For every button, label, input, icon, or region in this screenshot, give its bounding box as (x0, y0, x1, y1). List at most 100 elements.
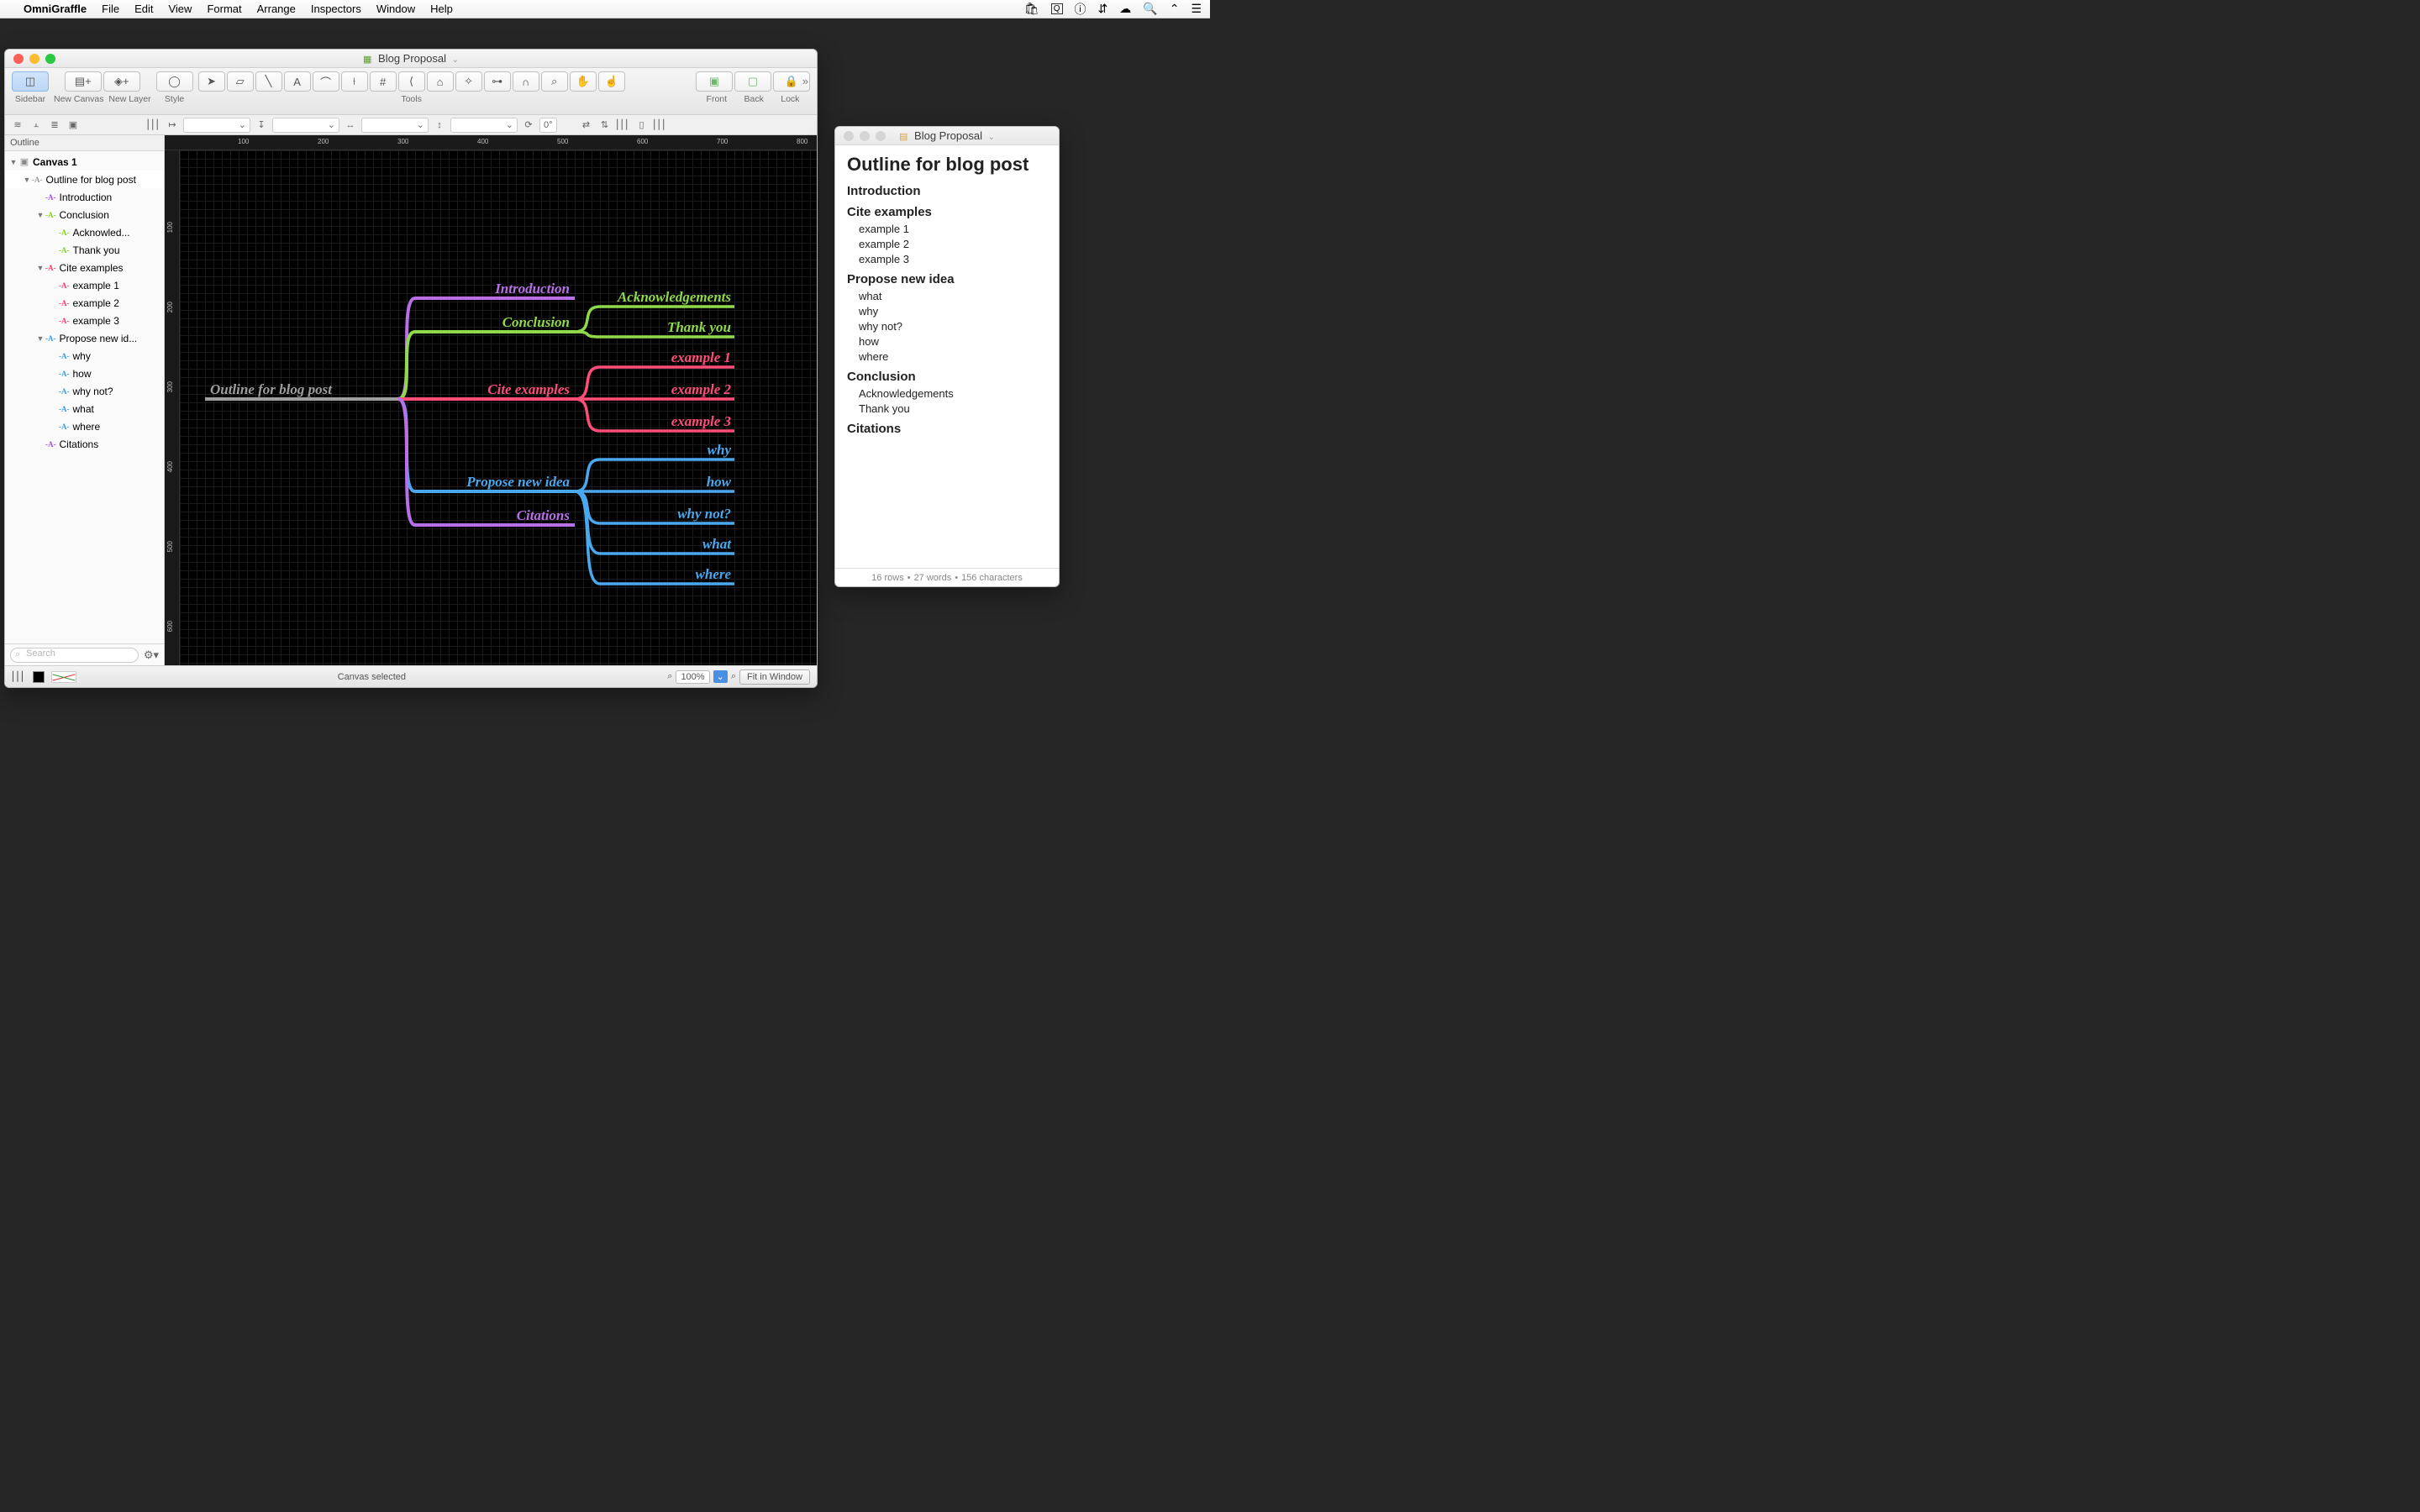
cloud-icon[interactable]: ☁︎ (1119, 2, 1131, 16)
chevron-down-icon[interactable]: ⌄ (452, 55, 459, 65)
outline-item[interactable]: Acknowledgements (859, 387, 1047, 400)
disclosure-triangle[interactable]: ▼ (35, 334, 45, 343)
canvas[interactable]: Outline for blog postIntroductionConclus… (180, 150, 817, 665)
outline-body[interactable]: Outline for blog post IntroductionCite e… (835, 145, 1059, 568)
tree-row[interactable]: -A-Acknowled... (5, 223, 164, 241)
cols-icon[interactable]: ⎢⎢⎢ (12, 671, 26, 682)
vmove-icon[interactable]: ↧ (254, 118, 269, 133)
rotate-icon[interactable]: ⟳ (521, 118, 536, 133)
menu-format[interactable]: Format (207, 3, 241, 15)
flip-h-icon[interactable]: ⇄ (579, 118, 594, 133)
close-button[interactable] (13, 54, 24, 64)
sidebar-tab[interactable]: Outline (5, 135, 164, 151)
style-button[interactable]: ◯ (156, 71, 193, 92)
tree-row[interactable]: -A-Thank you (5, 241, 164, 259)
outline-section[interactable]: Introduction (847, 184, 1047, 198)
tool-pen[interactable]: ⌒ (313, 71, 339, 92)
wifi-icon[interactable]: ⌃ (1170, 2, 1180, 16)
outline-item[interactable]: how (859, 335, 1047, 348)
outline-item[interactable]: why not? (859, 320, 1047, 333)
spotlight-icon[interactable]: 🔍 (1143, 2, 1157, 16)
zoom-field[interactable]: 100% (676, 670, 709, 684)
tool-brush[interactable]: ⟨ (398, 71, 425, 92)
back-button[interactable]: ▢ (734, 71, 771, 92)
menu-edit[interactable]: Edit (134, 3, 153, 15)
tree-row[interactable]: ▼-A-Outline for blog post (5, 171, 164, 188)
toolbar-overflow[interactable]: » (802, 75, 808, 87)
tool-hand[interactable]: ✋ (570, 71, 597, 92)
align-icon[interactable]: ⫠ (29, 118, 44, 133)
minimize-button[interactable] (29, 54, 39, 64)
tool-line[interactable]: ╲ (255, 71, 282, 92)
tool-shape[interactable]: ▱ (227, 71, 254, 92)
tree-row[interactable]: -A-where (5, 417, 164, 435)
tree-row[interactable]: -A-how (5, 365, 164, 382)
fill-swatch[interactable] (33, 671, 45, 683)
q-icon[interactable]: Q (1051, 3, 1063, 14)
tree-row[interactable]: -A-why (5, 347, 164, 365)
ow-close[interactable] (844, 131, 854, 141)
new-canvas-button[interactable]: ▤+ (65, 71, 102, 92)
tool-connect[interactable]: ⊶ (484, 71, 511, 92)
menu-file[interactable]: File (102, 3, 119, 15)
align-h-icon[interactable]: ⎢⎢⎢ (616, 118, 631, 133)
tree-row[interactable]: -A-what (5, 400, 164, 417)
tree-row[interactable]: -A-Introduction (5, 188, 164, 206)
guide-icon[interactable]: ↦ (165, 118, 180, 133)
tree-row[interactable]: -A-Citations (5, 435, 164, 453)
tree-row[interactable]: -A-why not? (5, 382, 164, 400)
new-layer-button[interactable]: ◈+ (103, 71, 140, 92)
zoom-button[interactable] (45, 54, 55, 64)
outline-item[interactable]: example 1 (859, 223, 1047, 235)
tool-point[interactable]: ✧ (455, 71, 482, 92)
sync-icon[interactable]: ⇵ (1098, 2, 1108, 16)
group-icon[interactable]: ▣ (66, 118, 81, 133)
menu-arrange[interactable]: Arrange (257, 3, 296, 15)
stroke-swatch[interactable] (51, 671, 76, 683)
tree-row[interactable]: ▼-A-Propose new id... (5, 329, 164, 347)
width-icon[interactable]: ↔ (343, 118, 358, 133)
menu-view[interactable]: View (168, 3, 192, 15)
info-icon[interactable]: ⓘ (1075, 1, 1086, 18)
tree-row[interactable]: ▼-A-Conclusion (5, 206, 164, 223)
tool-select[interactable]: ➤ (198, 71, 225, 92)
x-field[interactable]: ⌄ (183, 118, 250, 133)
tool-grid[interactable]: # (370, 71, 397, 92)
outline-section[interactable]: Cite examples (847, 205, 1047, 219)
menu-inspectors[interactable]: Inspectors (311, 3, 361, 15)
app-name[interactable]: OmniGraffle (24, 3, 87, 15)
flip-v-icon[interactable]: ⇅ (597, 118, 613, 133)
ow-min[interactable] (860, 131, 870, 141)
outline-item[interactable]: what (859, 290, 1047, 302)
outline-titlebar[interactable]: ▤ Blog Proposal ⌄ (835, 127, 1059, 145)
h-field[interactable]: ⌄ (450, 118, 518, 133)
outline-section[interactable]: Propose new idea (847, 272, 1047, 286)
tool-zoom[interactable]: ⌕ (541, 71, 568, 92)
menu-window[interactable]: Window (376, 3, 415, 15)
tool-diagram[interactable]: ⟊ (341, 71, 368, 92)
menu-help[interactable]: Help (430, 3, 453, 15)
outline-item[interactable]: where (859, 350, 1047, 363)
outline-item[interactable]: example 2 (859, 238, 1047, 250)
zoom-in-icon[interactable]: ⌕ (731, 671, 736, 682)
outline-item[interactable]: why (859, 305, 1047, 318)
disclosure-triangle[interactable]: ▼ (22, 176, 32, 184)
zoom-out-icon[interactable]: ⌕ (667, 671, 672, 682)
tree-row[interactable]: ▼-A-Cite examples (5, 259, 164, 276)
ow-chevron-icon[interactable]: ⌄ (988, 133, 995, 142)
hbar-icon[interactable]: ⎢⎢⎢ (146, 118, 161, 133)
disclosure-triangle[interactable]: ▼ (8, 158, 18, 166)
distribute-icon[interactable]: ≣ (47, 118, 62, 133)
menu-icon[interactable]: ☰ (1191, 2, 1202, 16)
ow-max[interactable] (876, 131, 886, 141)
w-field[interactable]: ⌄ (361, 118, 429, 133)
gear-icon[interactable]: ⚙︎▾ (144, 648, 159, 662)
outline-item[interactable]: example 3 (859, 253, 1047, 265)
disclosure-triangle[interactable]: ▼ (35, 264, 45, 272)
y-field[interactable]: ⌄ (272, 118, 339, 133)
rotation-field[interactable]: 0° (539, 118, 557, 133)
align-v-icon[interactable]: ▯ (634, 118, 650, 133)
disclosure-triangle[interactable]: ▼ (35, 211, 45, 219)
tool-text[interactable]: A (284, 71, 311, 92)
tool-magnet[interactable]: ∩ (513, 71, 539, 92)
